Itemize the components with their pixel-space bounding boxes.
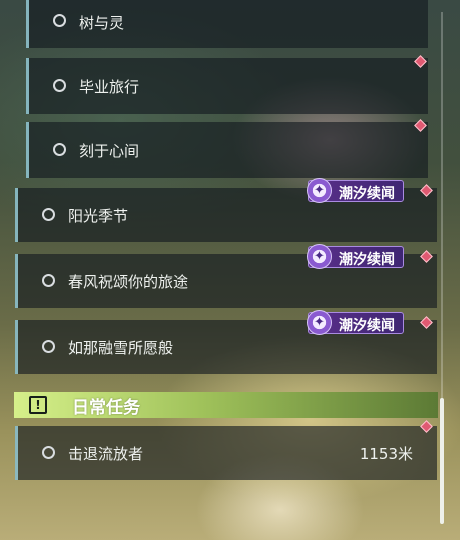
quest-item-3[interactable]: 刻于心间 xyxy=(26,122,428,178)
daily-task-item[interactable]: 击退流放者 1153米 xyxy=(15,426,437,480)
daily-tasks-header[interactable]: ! 日常任务 xyxy=(14,392,438,418)
quest-status-circle-icon xyxy=(42,274,55,287)
quest-item-1[interactable]: 树与灵 xyxy=(26,0,428,48)
quest-tag-badge: ✦ 潮汐续闻 xyxy=(307,310,404,335)
quest-item-2[interactable]: 毕业旅行 xyxy=(26,58,428,114)
quest-status-circle-icon xyxy=(42,446,55,459)
quest-status-circle-icon xyxy=(53,14,66,27)
quest-title: 春风祝颂你的旅途 xyxy=(68,273,189,291)
quest-title: 阳光季节 xyxy=(68,207,129,225)
quest-title: 树与灵 xyxy=(79,14,125,32)
quest-title: 毕业旅行 xyxy=(79,78,140,96)
tide-story-icon: ✦ xyxy=(307,178,332,203)
daily-task-distance: 1153米 xyxy=(359,445,413,463)
quest-tag-label: 潮汐续闻 xyxy=(339,186,395,202)
alert-icon: ! xyxy=(29,396,47,414)
quest-tag-label: 潮汐续闻 xyxy=(339,318,395,334)
daily-task-title: 击退流放者 xyxy=(68,445,144,463)
quest-status-circle-icon xyxy=(53,143,66,156)
daily-tasks-title: 日常任务 xyxy=(72,398,140,418)
quest-tag-label: 潮汐续闻 xyxy=(339,252,395,268)
quest-title: 如那融雪所愿般 xyxy=(68,339,174,357)
tide-story-icon: ✦ xyxy=(307,244,332,269)
quest-status-circle-icon xyxy=(42,208,55,221)
tide-story-icon: ✦ xyxy=(307,310,332,335)
scrollbar-thumb[interactable] xyxy=(440,398,444,524)
quest-tag-badge: ✦ 潮汐续闻 xyxy=(307,178,404,203)
quest-status-circle-icon xyxy=(42,340,55,353)
quest-title: 刻于心间 xyxy=(79,142,140,160)
quest-tag-badge: ✦ 潮汐续闻 xyxy=(307,244,404,269)
quest-status-circle-icon xyxy=(53,79,66,92)
